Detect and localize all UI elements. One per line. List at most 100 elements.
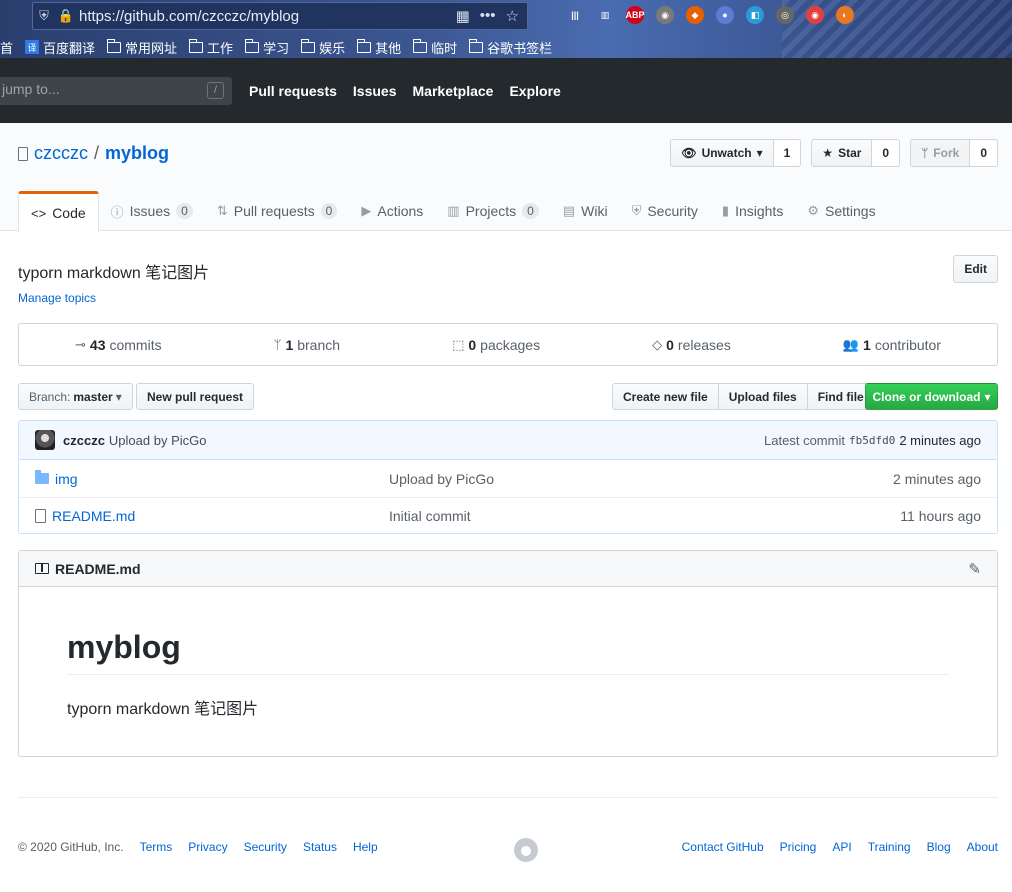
commit-message-cell: Initial commit <box>389 508 900 524</box>
footer-link-terms[interactable]: Terms <box>140 840 173 854</box>
footer-link-contact-github[interactable]: Contact GitHub <box>682 840 764 854</box>
star-count[interactable]: 0 <box>872 139 901 167</box>
footer-link-status[interactable]: Status <box>303 840 337 854</box>
more-actions-icon[interactable]: ••• <box>480 7 496 25</box>
address-bar[interactable]: ⛨ 🔒 https://github.com/czcczc/myblog ▦ •… <box>32 2 528 30</box>
tab-pull-requests[interactable]: ⇅ Pull requests 0 <box>205 191 350 231</box>
translate-icon[interactable]: ◧ <box>746 6 764 24</box>
bookmark-label: 谷歌书签栏 <box>487 40 553 56</box>
search-input[interactable]: jump to... / <box>0 77 232 105</box>
readme-body: myblog typorn markdown 笔记图片 <box>19 629 997 719</box>
record-icon[interactable]: ◉ <box>806 6 824 24</box>
edit-description-button[interactable]: Edit <box>953 255 998 283</box>
clock-icon[interactable]: ◐ <box>836 6 854 24</box>
manage-topics-link[interactable]: Manage topics <box>18 291 96 305</box>
tab-actions[interactable]: ▶ Actions <box>349 191 435 231</box>
fox-icon[interactable]: ◆ <box>686 6 704 24</box>
summary-packages[interactable]: ⬚ 0 packages <box>452 337 540 353</box>
abp-icon[interactable]: ABP <box>626 6 645 24</box>
unwatch-button[interactable]: 👁 Unwatch ▾ <box>670 139 774 167</box>
avatar[interactable] <box>35 430 55 450</box>
nav-marketplace[interactable]: Marketplace <box>413 83 494 99</box>
bookmark-label: 其他 <box>375 40 402 56</box>
bookmark-folder-google[interactable]: 谷歌书签栏 <box>468 38 553 57</box>
create-new-file-button[interactable]: Create new file <box>612 383 719 410</box>
fork-group: ᛘ Fork 0 <box>910 139 998 167</box>
insights-icon: ▮ <box>721 203 730 218</box>
fork-count[interactable]: 0 <box>970 139 998 167</box>
footer-link-api[interactable]: API <box>832 840 851 854</box>
star-group: ★ Star 0 <box>811 139 901 167</box>
footer: © 2020 GitHub, Inc. Terms Privacy Security… <box>18 797 998 862</box>
footer-link-help[interactable]: Help <box>353 840 378 854</box>
commit-message-link[interactable]: Upload by PicGo <box>389 471 494 487</box>
camera-icon[interactable]: ◎ <box>776 6 794 24</box>
owl-icon[interactable]: ● <box>716 6 734 24</box>
repo-name-link[interactable]: myblog <box>105 143 169 164</box>
file-link[interactable]: img <box>55 471 78 487</box>
readme-box: README.md ✎ myblog typorn markdown 笔记图片 <box>18 550 998 757</box>
upload-files-button[interactable]: Upload files <box>717 383 808 410</box>
tab-counter: 0 <box>176 203 193 219</box>
tab-wiki[interactable]: ▤ Wiki <box>551 191 620 231</box>
watch-count[interactable]: 1 <box>773 139 802 167</box>
bookmark-label: 临时 <box>431 40 458 56</box>
bookmark-folder-temp[interactable]: 临时 <box>412 38 458 57</box>
tab-issues[interactable]: ⓘ Issues 0 <box>99 191 205 231</box>
repo-owner-link[interactable]: czcczc <box>34 143 88 164</box>
summary-releases[interactable]: ◇ 0 releases <box>652 337 731 353</box>
nav-pull-requests[interactable]: Pull requests <box>249 83 337 99</box>
bookmark-folder-work[interactable]: 工作 <box>188 38 233 57</box>
code-icon: <> <box>31 205 47 221</box>
footer-link-privacy[interactable]: Privacy <box>188 840 227 854</box>
qr-code-icon[interactable]: ▦ <box>456 7 470 25</box>
readme-header: README.md ✎ <box>19 551 997 587</box>
footer-link-security[interactable]: Security <box>244 840 287 854</box>
sidebar-icon[interactable]: ▥ <box>596 6 614 24</box>
shield-icon[interactable]: ⛨ <box>33 5 55 27</box>
file-link[interactable]: README.md <box>52 508 135 524</box>
bookmark-star-icon[interactable]: ☆ <box>506 7 519 25</box>
summary-branch[interactable]: ᛘ 1 branch <box>274 337 340 353</box>
bookmark-label: 学习 <box>263 40 290 56</box>
commit-sha[interactable]: fb5dfd0 <box>849 434 895 447</box>
footer-link-training[interactable]: Training <box>868 840 911 854</box>
footer-link-pricing[interactable]: Pricing <box>780 840 817 854</box>
branch-select-button[interactable]: Branch: master ▾ <box>18 383 133 410</box>
summary-commits[interactable]: ⊸ 43 commits <box>75 337 162 353</box>
commit-message[interactable]: Upload by PicGo <box>109 433 207 448</box>
commit-message-link[interactable]: Initial commit <box>389 508 471 524</box>
footer-link-about[interactable]: About <box>967 840 998 854</box>
bookmark-folder-other[interactable]: 其他 <box>356 38 402 57</box>
tab-insights[interactable]: ▮ Insights <box>710 191 795 231</box>
commit-age: 2 minutes ago <box>899 432 981 448</box>
bookmark-folder-fun[interactable]: 娱乐 <box>300 38 345 57</box>
extension-icon[interactable]: ◉ <box>656 6 674 24</box>
tab-settings[interactable]: ⚙ Settings <box>795 191 887 231</box>
nav-issues[interactable]: Issues <box>353 83 397 99</box>
new-pull-request-button[interactable]: New pull request <box>136 383 255 410</box>
numbers-summary: ⊸ 43 commits ᛘ 1 branch ⬚ 0 packages ◇ 0 releases 👥 1… <box>18 323 998 366</box>
tab-projects[interactable]: ▥ Projects 0 <box>435 191 551 231</box>
bookmark-baidu-fanyi[interactable]: 译百度翻译 <box>25 38 95 57</box>
tab-code[interactable]: <> Code <box>18 191 99 232</box>
lock-icon[interactable]: 🔒 <box>55 5 77 27</box>
bookmark-folder-common[interactable]: 常用网址 <box>106 38 178 57</box>
bookmark-folder-study[interactable]: 学习 <box>244 38 290 57</box>
tab-security[interactable]: ⛨ Security <box>620 191 710 231</box>
library-icon[interactable]: ||| <box>566 6 584 24</box>
url-text[interactable]: https://github.com/czcczc/myblog <box>79 8 456 25</box>
github-logo-icon[interactable] <box>514 838 538 862</box>
summary-contributor[interactable]: 👥 1 contributor <box>843 337 941 353</box>
nav-explore[interactable]: Explore <box>509 83 560 99</box>
bookmark-first[interactable]: 首 <box>0 38 13 57</box>
bookmark-label: 常用网址 <box>125 40 178 56</box>
commit-author[interactable]: czcczc <box>63 433 105 448</box>
summary-label: branch <box>297 336 341 353</box>
footer-link-blog[interactable]: Blog <box>927 840 951 854</box>
search-placeholder: jump to... <box>2 81 60 97</box>
clone-or-download-button[interactable]: Clone or download ▾ <box>865 383 998 410</box>
fork-button[interactable]: ᛘ Fork <box>910 139 971 167</box>
pencil-icon[interactable]: ✎ <box>968 560 981 578</box>
star-button[interactable]: ★ Star <box>811 139 873 167</box>
